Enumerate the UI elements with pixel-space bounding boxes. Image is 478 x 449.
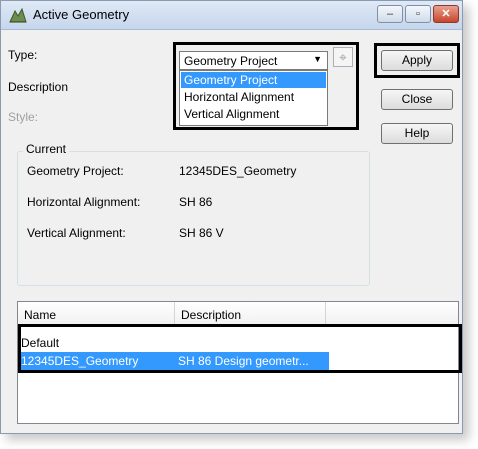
column-header-label: Description [181, 308, 242, 322]
minimize-button[interactable]: – [377, 5, 403, 23]
column-header-description[interactable]: Description [175, 302, 326, 326]
maximize-icon: ▫ [416, 8, 420, 20]
title-bar[interactable]: Active Geometry – ▫ ✕ [1, 1, 462, 30]
current-geometry-project-label: Geometry Project: [27, 164, 124, 178]
column-header-name[interactable]: Name [18, 302, 175, 326]
current-vertical-alignment-value: SH 86 V [179, 226, 224, 240]
column-header-label: Name [24, 308, 57, 322]
current-vertical-alignment-label: Vertical Alignment: [27, 226, 126, 240]
close-icon: ✕ [441, 8, 451, 20]
type-highlight-box [173, 42, 359, 130]
close-button[interactable]: Close [381, 89, 453, 110]
window-title: Active Geometry [33, 7, 130, 22]
minimize-icon: – [386, 8, 394, 20]
current-horizontal-alignment-value: SH 86 [179, 195, 213, 209]
current-horizontal-alignment-label: Horizontal Alignment: [27, 195, 141, 209]
help-button[interactable]: Help [381, 123, 453, 144]
type-label: Type: [8, 48, 38, 62]
list-highlight-box [18, 324, 462, 373]
maximize-button[interactable]: ▫ [405, 5, 431, 23]
current-legend: Current [23, 142, 70, 156]
active-geometry-dialog: Active Geometry – ▫ ✕ Type: Description … [0, 0, 463, 434]
apply-highlight-box [374, 43, 460, 78]
close-window-button[interactable]: ✕ [433, 5, 459, 23]
geometry-app-icon [9, 7, 27, 23]
style-label: Style: [8, 110, 39, 124]
description-label: Description [8, 80, 69, 94]
current-geometry-project-value: 12345DES_Geometry [179, 164, 297, 178]
